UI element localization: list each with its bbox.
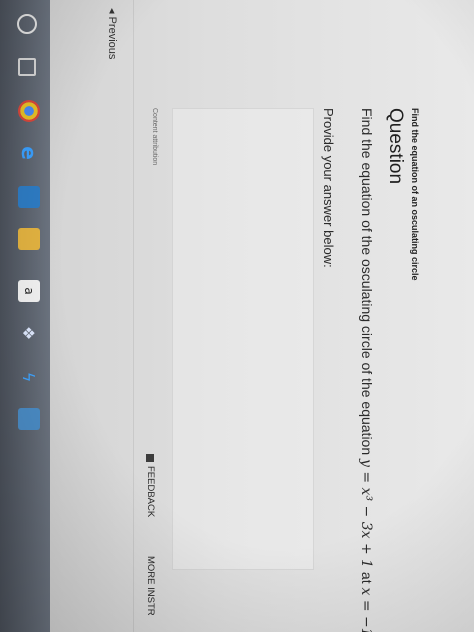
task-view-icon[interactable] (18, 58, 36, 76)
start-icon[interactable] (17, 14, 37, 34)
feedback-button[interactable]: FEEDBACK (145, 454, 156, 517)
question-prefix: Find the equation of the osculating circ… (359, 108, 375, 460)
previous-button[interactable]: ◂ Previous (106, 8, 119, 59)
store-icon[interactable] (18, 186, 40, 208)
windows-taskbar: e a ❖ ϟ (0, 0, 50, 632)
app-icon[interactable] (18, 408, 40, 430)
question-equation: y = x³ − 3x + 1 (358, 459, 374, 569)
chrome-icon[interactable] (18, 100, 40, 122)
question-text: Find the equation of the osculating circ… (358, 108, 375, 632)
feedback-label: FEEDBACK (145, 466, 156, 518)
footer-divider (133, 0, 134, 632)
page-title: Find the equation of an osculating circl… (410, 108, 420, 281)
edge-icon[interactable]: e (17, 142, 41, 164)
question-at: at (359, 568, 375, 588)
content-attribution-link[interactable]: Content attribution (151, 108, 158, 165)
answer-prompt: Provide your answer below: (321, 108, 336, 268)
photo-stage: Find the equation of an osculating circl… (0, 0, 474, 632)
lightning-icon[interactable]: ϟ (18, 366, 40, 388)
browser-screen: Find the equation of an osculating circl… (0, 0, 474, 632)
dropbox-icon[interactable]: ❖ (18, 322, 40, 344)
more-instructions-button[interactable]: MORE INSTR (145, 556, 156, 616)
amazon-icon[interactable]: a (18, 280, 40, 302)
answer-input-area[interactable] (172, 108, 314, 570)
question-heading: Question (385, 108, 406, 185)
feedback-icon (146, 454, 155, 462)
file-explorer-icon[interactable] (18, 228, 40, 250)
question-point: x = −1 (358, 587, 374, 632)
question-page: Find the equation of an osculating circl… (50, 0, 474, 632)
